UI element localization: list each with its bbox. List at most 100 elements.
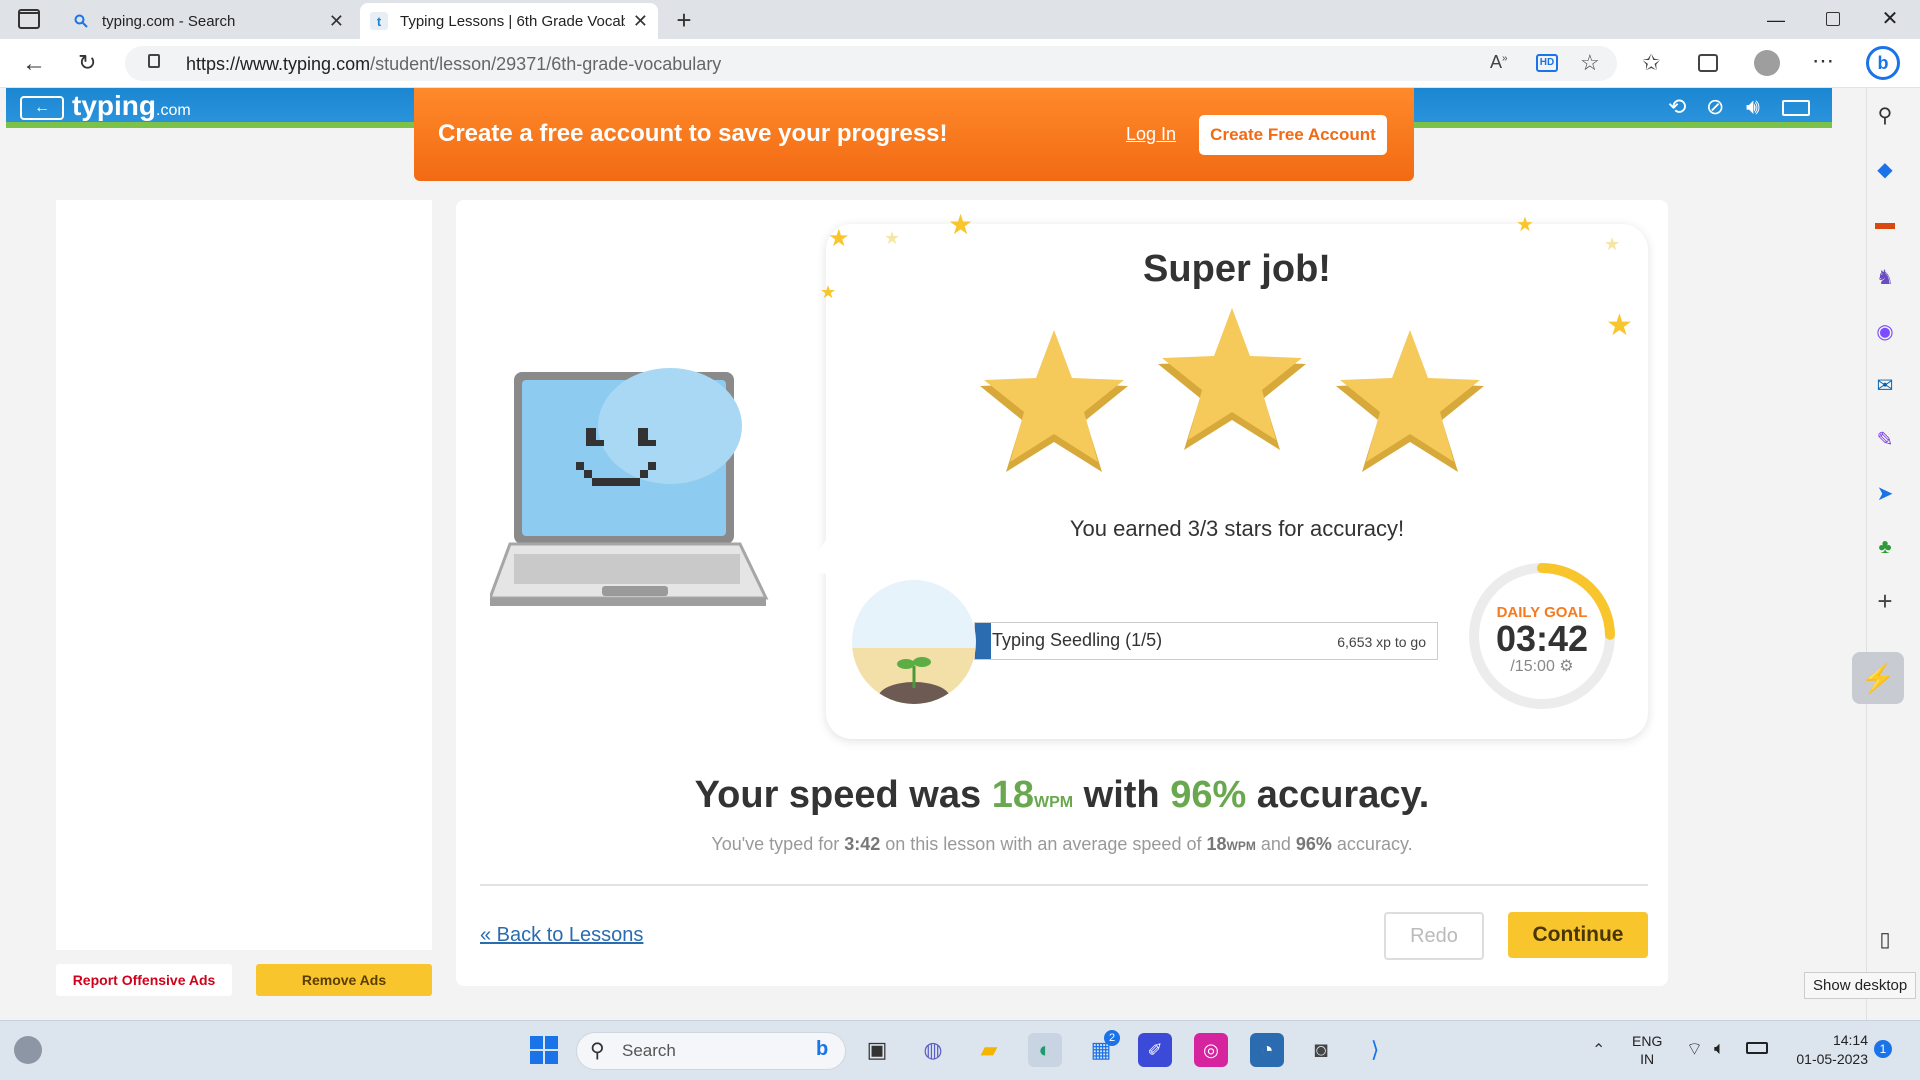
collections-icon[interactable] — [1698, 54, 1718, 72]
send-icon[interactable]: ➤ — [1870, 478, 1900, 508]
back-to-lessons-link[interactable]: « Back to Lessons — [480, 924, 643, 947]
summary-suffix: accuracy. — [1331, 834, 1413, 854]
accuracy-value: 96% — [1170, 774, 1247, 816]
weather-icon[interactable] — [14, 1036, 42, 1064]
battery-icon[interactable] — [1746, 1042, 1768, 1054]
report-ads-button[interactable]: Report Offensive Ads — [56, 964, 232, 996]
summary-speed: 18 — [1206, 834, 1227, 854]
confetti-star-icon: ★ — [1516, 214, 1534, 236]
new-tab-button[interactable]: + — [668, 4, 700, 36]
seedling-badge — [852, 580, 976, 704]
refresh-icon[interactable]: ↻ — [78, 50, 96, 76]
history-icon[interactable]: ⟲ — [1668, 94, 1686, 120]
clock-date: 01-05-2023 — [1796, 1051, 1868, 1067]
start-button[interactable] — [527, 1033, 561, 1067]
close-icon[interactable]: ✕ — [633, 11, 648, 32]
camera-icon[interactable]: ◙ — [1304, 1033, 1338, 1067]
tree-icon[interactable]: ♣ — [1870, 532, 1900, 562]
back-icon[interactable]: ← — [22, 50, 46, 78]
hd-icon[interactable]: HD — [1536, 54, 1558, 72]
search-icon: ⚲ — [590, 1040, 605, 1062]
confetti-star-icon: ★ — [948, 209, 974, 240]
taskbar-search[interactable] — [576, 1032, 846, 1070]
taskbar-search-placeholder: Search — [622, 1041, 676, 1060]
close-icon[interactable]: ✕ — [329, 11, 344, 32]
remove-ads-button[interactable]: Remove Ads — [256, 964, 432, 996]
outlook-icon[interactable]: ✉ — [1870, 370, 1900, 400]
search-icon[interactable]: ⚲ — [1870, 100, 1900, 130]
summary-and: and — [1255, 834, 1296, 854]
summary-time: 3:42 — [844, 834, 881, 854]
instagram-icon[interactable]: ◎ — [1194, 1033, 1228, 1067]
clock[interactable]: 14:14 01-05-2023 — [1780, 1031, 1868, 1069]
accuracy-star-icon — [980, 330, 1128, 472]
speed-suffix: accuracy. — [1246, 774, 1430, 816]
keyboard-icon[interactable] — [1782, 100, 1810, 116]
no-video-icon[interactable]: ⊘ — [1706, 94, 1724, 120]
pen-app-icon[interactable]: ✐ — [1138, 1033, 1172, 1067]
tools-icon[interactable]: ▬ — [1870, 208, 1900, 238]
task-view-icon[interactable]: ▣ — [860, 1033, 894, 1067]
login-link[interactable]: Log In — [1126, 124, 1176, 145]
vscode-icon[interactable]: ⟩ — [1358, 1033, 1392, 1067]
show-desktop-tooltip: Show desktop — [1804, 972, 1917, 999]
bing-icon: b — [816, 1038, 829, 1060]
speed-unit: WPM — [1033, 794, 1074, 811]
continue-button[interactable]: Continue — [1508, 912, 1648, 958]
speed-value: 18 — [991, 774, 1034, 816]
tab-typing-lessons[interactable]: t Typing Lessons | 6th Grade Vocab ✕ — [360, 3, 658, 39]
minimize-button[interactable]: — — [1764, 10, 1788, 30]
settings-more-icon[interactable]: ⋯ — [1812, 48, 1834, 74]
file-explorer-icon[interactable]: ▰ — [972, 1033, 1006, 1067]
stars-earned-text: You earned 3/3 stars for accuracy! — [1069, 516, 1405, 541]
shopping-tag-icon[interactable]: ◆ — [1870, 154, 1900, 184]
summary-unit: WPM — [1226, 839, 1256, 853]
store-badge: 2 — [1104, 1030, 1120, 1046]
add-favorite-icon[interactable]: ☆ — [1580, 50, 1600, 76]
designer-icon[interactable]: ✎ — [1870, 424, 1900, 454]
tab-search[interactable]: typing.com - Search ✕ — [62, 3, 354, 39]
games-icon[interactable]: ♞ — [1870, 262, 1900, 292]
ad-space — [56, 200, 432, 950]
smiling-laptop-illustration — [490, 368, 769, 606]
sound-icon[interactable]: 🔊︎ — [1746, 94, 1760, 120]
volume-icon[interactable]: 🔈︎ — [1714, 1038, 1725, 1059]
drop-icon[interactable]: ⚡ — [1852, 652, 1904, 704]
results-title: Super job! — [1143, 248, 1331, 290]
daily-goal-total: /15:00 ⚙ — [1466, 656, 1618, 676]
tab-title: Typing Lessons | 6th Grade Vocab — [400, 12, 625, 30]
sidebar-toggle-icon[interactable]: ▯ — [1870, 924, 1900, 954]
read-aloud-icon[interactable]: A» — [1490, 52, 1508, 73]
redo-button[interactable]: Redo — [1384, 912, 1484, 960]
favorites-icon[interactable]: ✩ — [1642, 50, 1660, 76]
typing-favicon-icon: t — [370, 12, 388, 30]
gear-icon[interactable]: ⚙ — [1559, 658, 1573, 675]
site-logo[interactable]: typing.com — [72, 90, 191, 122]
add-icon[interactable]: + — [1870, 586, 1900, 616]
create-account-button[interactable]: Create Free Account — [1199, 115, 1387, 155]
tab-title: typing.com - Search — [102, 12, 236, 30]
lock-icon[interactable] — [148, 54, 160, 68]
profile-avatar[interactable] — [1754, 50, 1780, 76]
url-text[interactable]: https://www.typing.com/student/lesson/29… — [186, 54, 721, 75]
language-indicator[interactable]: ENG IN — [1632, 1032, 1662, 1068]
site-back-button[interactable]: ← — [20, 96, 64, 120]
lang-line2: IN — [1640, 1051, 1655, 1067]
url-domain: https://www.typing.com — [186, 54, 371, 74]
bing-copilot-icon[interactable]: b — [1866, 46, 1900, 80]
wifi-icon[interactable]: ⌔ — [1686, 1038, 1703, 1061]
xp-to-go: 6,653 xp to go — [1337, 634, 1426, 650]
level-name: Typing Seedling (1/5) — [992, 630, 1163, 650]
close-window-button[interactable]: ✕ — [1878, 6, 1902, 32]
chat-icon[interactable]: ◍ — [916, 1033, 950, 1067]
notification-badge[interactable]: 1 — [1874, 1040, 1892, 1058]
clock-app-icon[interactable]: ◔ — [1250, 1033, 1284, 1067]
goal-total-text: /15:00 — [1510, 658, 1555, 675]
accuracy-star-icon — [1158, 308, 1306, 450]
edge-icon[interactable]: ◐ — [1028, 1033, 1062, 1067]
restore-button[interactable] — [1826, 12, 1840, 26]
clock-time: 14:14 — [1832, 1032, 1868, 1048]
chevron-up-icon[interactable]: ⌃ — [1592, 1040, 1605, 1060]
microsoft365-icon[interactable]: ◉ — [1870, 316, 1900, 346]
daily-goal-time: 03:42 — [1495, 618, 1589, 659]
